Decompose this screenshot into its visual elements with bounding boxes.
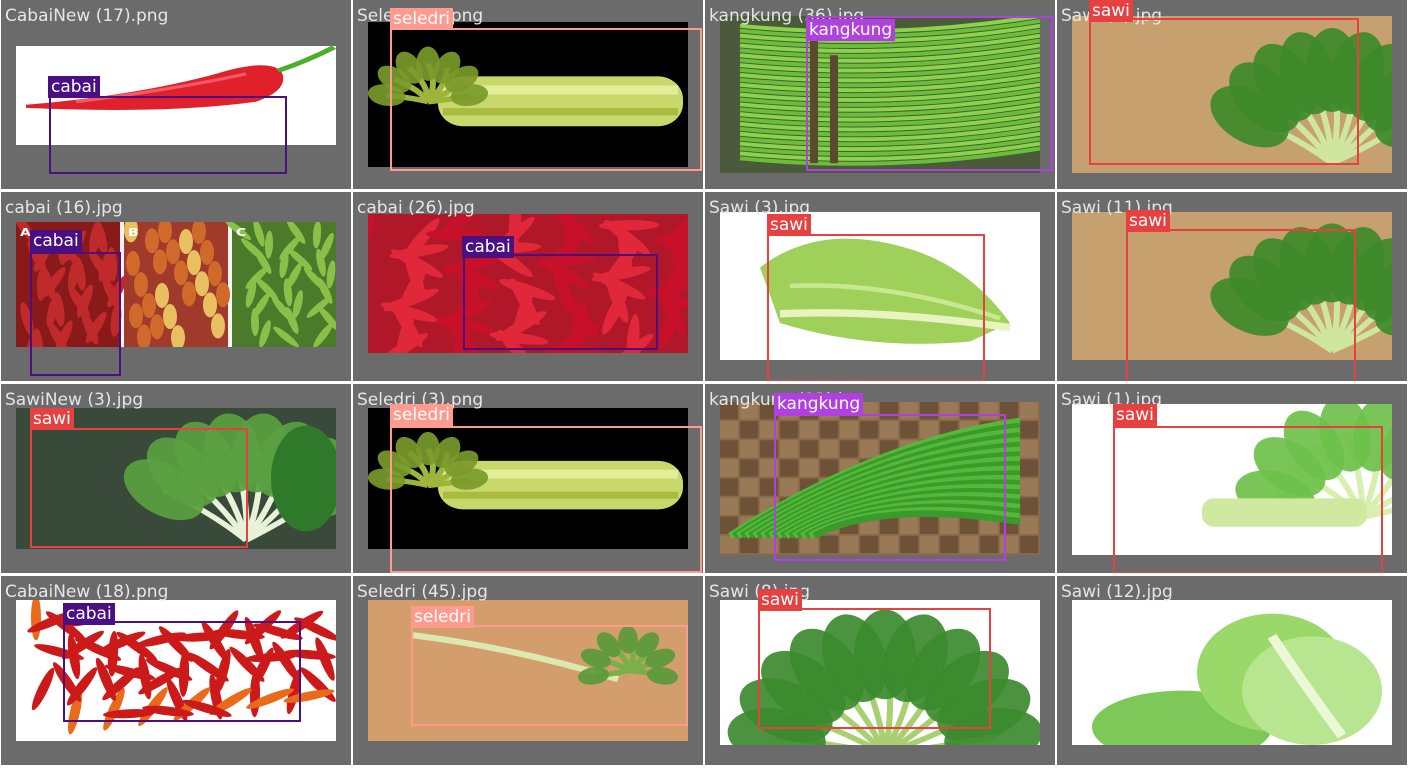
bounding-box xyxy=(390,426,702,573)
tile-filename: CabaiNew (17).png xyxy=(5,6,169,26)
image-tile: Sawi (3).jpg sawi xyxy=(705,192,1055,381)
detection-label: kangkung xyxy=(806,19,896,41)
bounding-box xyxy=(767,234,985,381)
image-tile: Sawi (4).jpg sawi xyxy=(1057,0,1407,189)
tile-filename: cabai (26).jpg xyxy=(357,198,475,218)
tile-filename: Sawi (12).jpg xyxy=(1061,582,1173,602)
bounding-box xyxy=(463,254,658,350)
bounding-box xyxy=(63,621,301,722)
image-tile: A B Ccabai (16).jpg cabai xyxy=(1,192,351,381)
bounding-box xyxy=(758,608,991,729)
image-tile: Sawi (1).jpg sawi xyxy=(1057,384,1407,573)
detection-label: sawi xyxy=(758,589,802,611)
detection-label: sawi xyxy=(767,214,811,236)
detection-label: cabai xyxy=(48,76,100,98)
bounding-box xyxy=(1113,426,1383,573)
image-tile: SawiNew (3).jpg sawi xyxy=(1,384,351,573)
tile-filename: SawiNew (3).jpg xyxy=(5,390,144,410)
image-tile: Sawi (12).jpg xyxy=(1057,576,1407,765)
tile-filename: CabaiNew (18).png xyxy=(5,582,169,602)
detection-label: seledri xyxy=(390,8,454,30)
detection-label: sawi xyxy=(1089,0,1133,22)
bounding-box xyxy=(1126,229,1356,381)
image-tile: CabaiNew (17).png cabai xyxy=(1,0,351,189)
bounding-box xyxy=(30,428,248,548)
detection-label: sawi xyxy=(1126,210,1170,232)
tile-filename: Seledri (45).jpg xyxy=(357,582,488,602)
image-tile: cabai (26).jpg cabai xyxy=(353,192,703,381)
bounding-box xyxy=(411,625,688,726)
detection-label: sawi xyxy=(30,408,74,430)
bounding-box xyxy=(390,28,702,171)
detection-label: cabai xyxy=(462,236,514,258)
svg-text:C: C xyxy=(236,226,246,239)
image-tile: Sawi (8).jpgsawi xyxy=(705,576,1055,765)
detection-label: seledri xyxy=(390,404,454,426)
tile-image xyxy=(1072,600,1392,745)
image-tile: Sawi (11).jpg sawi xyxy=(1057,192,1407,381)
image-tile: Seledri (45).jpg seledri xyxy=(353,576,703,765)
detection-grid: CabaiNew (17).png cabai Seledri (2).pngse… xyxy=(0,0,1408,768)
bounding-box xyxy=(49,96,287,174)
image-tile: Seledri (3).png seledri xyxy=(353,384,703,573)
image-tile: kangkung (36).jpg kangkung xyxy=(705,0,1055,189)
detection-label: kangkung xyxy=(774,393,864,415)
bounding-box xyxy=(30,252,121,376)
tile-filename: cabai (16).jpg xyxy=(5,198,123,218)
bounding-box xyxy=(1089,18,1359,165)
detection-label: cabai xyxy=(30,230,82,252)
image-tile: kangkung (23).jpgkangkung xyxy=(705,384,1055,573)
svg-text:B: B xyxy=(128,226,139,239)
detection-label: seledri xyxy=(411,606,475,628)
bounding-box xyxy=(774,414,1006,561)
image-tile: CabaiNew (18).png cabai xyxy=(1,576,351,765)
detection-label: cabai xyxy=(63,603,115,625)
detection-label: sawi xyxy=(1113,404,1157,426)
image-tile: Seledri (2).pngseledri xyxy=(353,0,703,189)
